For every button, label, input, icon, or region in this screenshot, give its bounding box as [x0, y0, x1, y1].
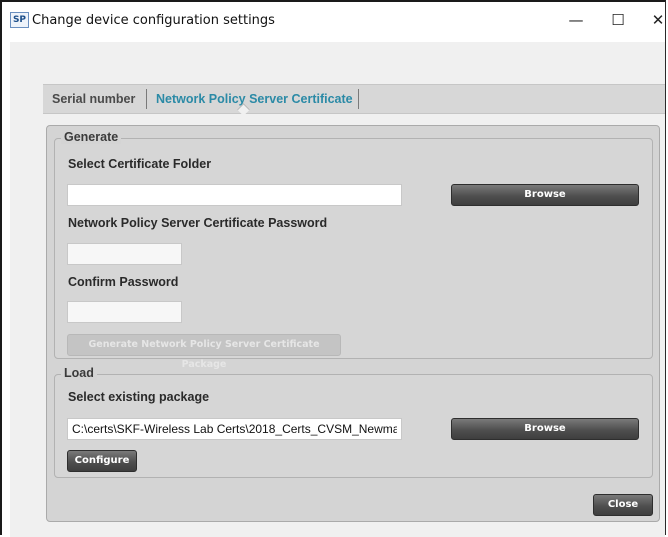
generate-package-button[interactable]: Generate Network Policy Server Certifica… — [67, 334, 341, 370]
tab-bar: Serial number Network Policy Server Cert… — [43, 84, 665, 116]
dialog-window: SP Change device configuration settings … — [0, 0, 666, 537]
minimize-button[interactable]: — — [558, 8, 594, 32]
existing-package-input[interactable] — [67, 418, 402, 440]
tab-separator — [146, 89, 147, 109]
app-icon: SP — [10, 12, 29, 28]
certificate-panel: Generate Select Certificate Folder Brows… — [46, 125, 660, 522]
select-existing-package-label: Select existing package — [68, 390, 210, 404]
certificate-password-label: Network Policy Server Certificate Passwo… — [68, 216, 328, 230]
select-certificate-folder-label: Select Certificate Folder — [68, 157, 212, 171]
browse-package-button[interactable]: Browse — [451, 418, 639, 440]
configure-button[interactable]: Configure — [67, 450, 137, 472]
tab-serial-number[interactable]: Serial number — [52, 85, 135, 113]
title-bar: SP Change device configuration settings … — [2, 2, 665, 42]
close-window-button[interactable]: ✕ — [640, 8, 668, 32]
maximize-button[interactable]: ☐ — [600, 8, 636, 32]
load-legend: Load — [61, 366, 97, 380]
generate-legend: Generate — [61, 130, 122, 144]
certificate-folder-input[interactable] — [67, 184, 402, 206]
generate-group: Generate Select Certificate Folder Brows… — [54, 130, 653, 370]
load-group: Load Select existing package Browse Conf… — [54, 366, 653, 478]
tab-network-policy-server-certificate[interactable]: Network Policy Server Certificate — [156, 85, 353, 113]
window-title: Change device configuration settings — [32, 13, 275, 28]
confirm-password-label: Confirm Password — [68, 275, 179, 289]
confirm-password-input[interactable] — [67, 301, 182, 323]
certificate-password-input[interactable] — [67, 243, 182, 265]
browse-folder-button[interactable]: Browse — [451, 184, 639, 206]
dialog-client-area: Serial number Network Policy Server Cert… — [10, 42, 665, 537]
tab-separator — [358, 89, 359, 109]
close-button[interactable]: Close — [593, 494, 653, 516]
